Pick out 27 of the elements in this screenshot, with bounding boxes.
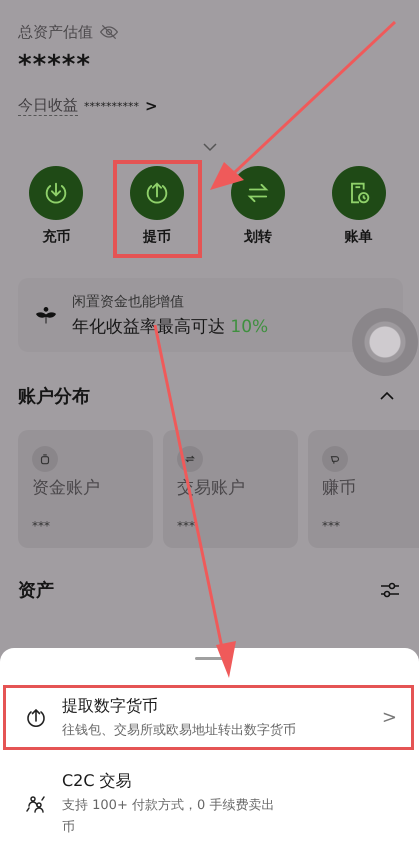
account-card[interactable]: 资金账户 ***: [18, 430, 153, 548]
eye-slash-icon[interactable]: [99, 22, 119, 42]
chevron-down-icon[interactable]: [202, 142, 218, 152]
account-card[interactable]: 赚币 ***: [308, 430, 419, 548]
account-icon: [322, 446, 348, 472]
sheet-option[interactable]: 提取数字货币 往钱包、交易所或欧易地址转出数字货币 >: [6, 688, 411, 747]
today-earnings-label[interactable]: 今日收益: [18, 96, 78, 116]
action-button[interactable]: 提币: [116, 164, 198, 254]
action-button[interactable]: 账单: [308, 164, 409, 254]
chevron-up-icon[interactable]: [379, 391, 395, 401]
action-button[interactable]: 充币: [6, 164, 107, 254]
account-value: ***: [177, 519, 196, 533]
promo-card[interactable]: 闲置资金也能增值 年化收益率最高可达 10%: [18, 278, 403, 352]
account-icon: [32, 446, 58, 472]
account-name: 资金账户: [32, 477, 101, 499]
section-title: 资产: [18, 579, 54, 602]
chevron-right[interactable]: >: [145, 97, 158, 115]
promo-title: 闲置资金也能增值: [72, 292, 185, 310]
total-assets-value: *****: [18, 50, 92, 80]
account-value: ***: [322, 519, 341, 533]
account-value: ***: [32, 519, 51, 533]
sprout-icon: [36, 306, 56, 324]
today-earnings-value: **********: [84, 100, 139, 112]
section-title: 账户分布: [18, 385, 90, 408]
promo-text: 年化收益率最高可达 10%: [72, 316, 268, 338]
account-name: 赚币: [322, 477, 357, 499]
total-assets-label: 总资产估值: [18, 22, 93, 42]
